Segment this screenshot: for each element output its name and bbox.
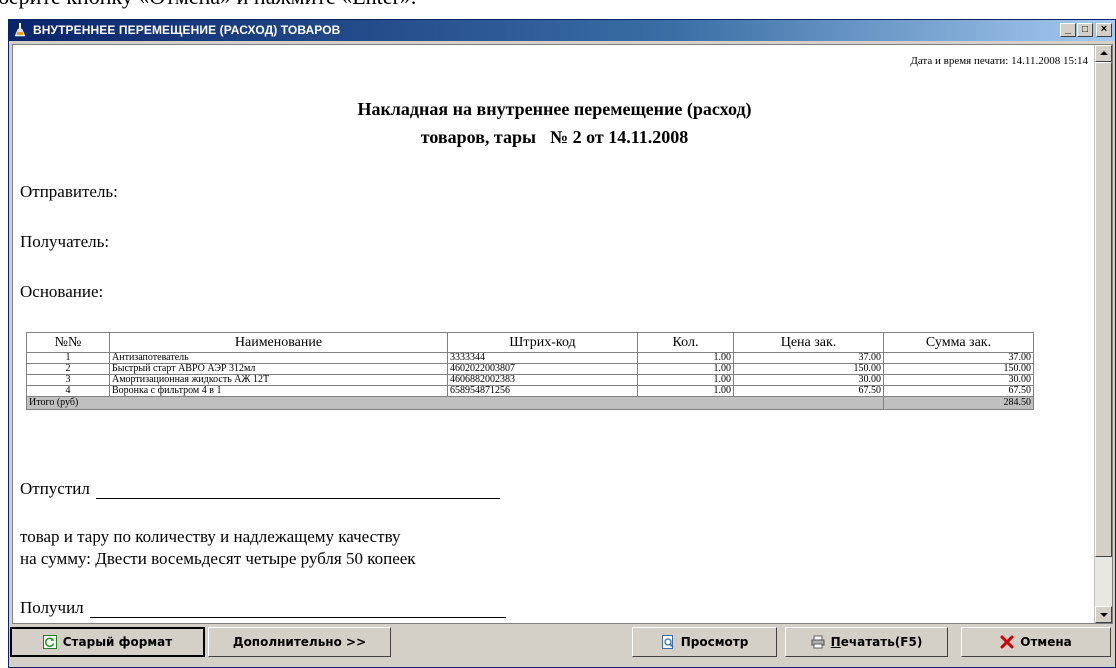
header-number: №№ — [26, 332, 110, 353]
table-row: 2 Быстрый старт АВРО АЭР 312мл 460202200… — [26, 363, 1034, 375]
header-sum: Сумма зак. — [883, 332, 1034, 353]
print-label: Печатать(F5) — [831, 635, 923, 649]
cell-price: 150.00 — [733, 363, 884, 375]
cell-barcode: 3333344 — [447, 352, 638, 364]
note-line-2: на сумму: Двести восемьдесят четыре рубл… — [20, 549, 416, 568]
released-signature-line — [95, 483, 500, 499]
print-label-rest: ечатать(F5) — [840, 635, 923, 649]
report-page: Дата и время печати: 14.11.2008 15:14 На… — [13, 45, 1096, 623]
received-label: Получил — [20, 598, 84, 617]
close-button[interactable]: × — [1096, 23, 1112, 37]
more-button[interactable]: Дополнительно >> — [208, 627, 391, 657]
maximize-button[interactable]: □ — [1077, 23, 1093, 37]
cancel-icon — [1000, 635, 1014, 649]
cell-barcode: 658954871256 — [447, 385, 638, 397]
preview-label: Просмотр — [680, 635, 749, 649]
note-line-1: товар и тару по количеству и надлежащему… — [20, 527, 401, 546]
cell-price: 37.00 — [733, 352, 884, 364]
print-datetime: Дата и время печати: 14.11.2008 15:14 — [910, 55, 1088, 67]
printer-icon — [811, 635, 825, 649]
minimize-button[interactable]: _ — [1060, 23, 1076, 37]
preview-button[interactable]: Просмотр — [632, 627, 777, 657]
items-table: №№ Наименование Штрих-код Кол. Цена зак.… — [26, 332, 1034, 410]
sender-label: Отправитель: — [20, 182, 118, 201]
received-signature-line — [89, 602, 506, 618]
cell-name: Антизапотеватель — [109, 352, 448, 364]
cell-name: Быстрый старт АВРО АЭР 312мл — [109, 363, 448, 375]
scroll-down-button[interactable] — [1095, 606, 1112, 623]
released-line: Отпустил — [20, 479, 500, 499]
cell-number: 4 — [26, 385, 110, 397]
cell-price: 30.00 — [733, 374, 884, 386]
cell-sum: 30.00 — [883, 374, 1034, 386]
header-name: Наименование — [109, 332, 448, 353]
table-row: 3 Амортизационная жидкость АЖ 12Т 460688… — [26, 374, 1034, 386]
table-header-row: №№ Наименование Штрих-код Кол. Цена зак.… — [26, 332, 1034, 353]
header-barcode: Штрих-код — [447, 332, 638, 353]
header-quantity: Кол. — [637, 332, 734, 353]
total-value: 284.50 — [883, 396, 1034, 410]
cell-price: 67.50 — [733, 385, 884, 397]
received-line: Получил — [20, 598, 506, 618]
total-label: Итого (руб) — [26, 396, 884, 410]
scroll-thumb[interactable] — [1095, 62, 1112, 557]
total-row: Итого (руб) 284.50 — [26, 396, 1034, 410]
print-hotkey-letter: П — [830, 635, 841, 649]
header-price: Цена зак. — [733, 332, 884, 353]
document-number: № 2 от 14.11.2008 — [550, 127, 689, 147]
cancel-label: Отмена — [1020, 635, 1072, 649]
cell-barcode: 4602022003807 — [447, 363, 638, 375]
cell-number: 3 — [26, 374, 110, 386]
cell-barcode: 4606882002383 — [447, 374, 638, 386]
vertical-scrollbar[interactable] — [1094, 45, 1112, 623]
scroll-up-button[interactable] — [1095, 45, 1112, 62]
cell-name: Воронка с фильтром 4 в 1 — [109, 385, 448, 397]
report-view: Дата и время печати: 14.11.2008 15:14 На… — [12, 44, 1113, 624]
released-label: Отпустил — [20, 479, 90, 498]
arrow-up-icon — [1100, 51, 1108, 55]
old-format-button[interactable]: Старый формат — [10, 627, 205, 657]
cell-quantity: 1.00 — [637, 385, 734, 397]
dialog-window: ВНУТРЕННЕЕ ПЕРЕМЕЩЕНИЕ (РАСХОД) ТОВАРОВ … — [8, 19, 1116, 668]
more-label: Дополнительно >> — [232, 635, 367, 649]
table-row: 1 Антизапотеватель 3333344 1.00 37.00 37… — [26, 352, 1034, 364]
old-format-label: Старый формат — [62, 635, 173, 649]
window-title: ВНУТРЕННЕЕ ПЕРЕМЕЩЕНИЕ (РАСХОД) ТОВАРОВ — [33, 23, 341, 37]
refresh-icon — [42, 635, 57, 649]
recipient-label: Получатель: — [20, 232, 110, 251]
cell-sum: 150.00 — [883, 363, 1034, 375]
cell-number: 1 — [26, 352, 110, 364]
preview-icon — [661, 635, 674, 649]
title-bar[interactable]: ВНУТРЕННЕЕ ПЕРЕМЕЩЕНИЕ (РАСХОД) ТОВАРОВ … — [9, 20, 1115, 41]
table-row: 4 Воронка с фильтром 4 в 1 658954871256 … — [26, 385, 1034, 397]
document-title: Накладная на внутреннее перемещение (рас… — [357, 99, 752, 119]
cell-quantity: 1.00 — [637, 363, 734, 375]
print-button[interactable]: Печатать(F5) — [785, 627, 948, 657]
arrow-down-icon — [1100, 613, 1108, 617]
cell-quantity: 1.00 — [637, 374, 734, 386]
basis-label: Основание: — [20, 282, 104, 301]
cancel-button[interactable]: Отмена — [961, 627, 1111, 657]
background-text: берите кнопку «Отмена» и нажмите «Enter»… — [0, 0, 416, 10]
cell-number: 2 — [26, 363, 110, 375]
cell-sum: 37.00 — [883, 352, 1034, 364]
document-subtitle: товаров, тары № 2 от 14.11.2008 — [13, 127, 1096, 148]
background-document-text: берите кнопку «Отмена» и нажмите «Enter»… — [0, 0, 1116, 19]
cell-sum: 67.50 — [883, 385, 1034, 397]
cell-name: Амортизационная жидкость АЖ 12Т — [109, 374, 448, 386]
document-subtitle-text: товаров, тары — [420, 127, 537, 147]
cell-quantity: 1.00 — [637, 352, 734, 364]
app-icon — [14, 23, 26, 37]
